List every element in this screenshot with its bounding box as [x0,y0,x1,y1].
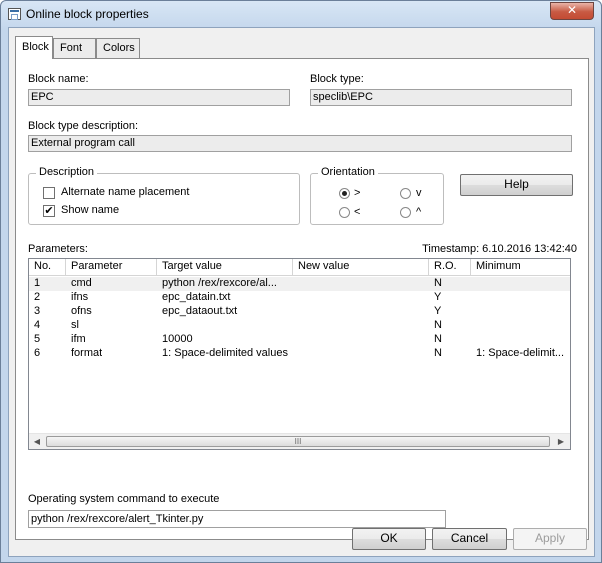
block-type-description-label: Block type description: [28,120,139,132]
alternate-name-placement-checkbox[interactable] [43,187,55,199]
description-group-title: Description [36,166,98,178]
show-name-checkbox[interactable]: ✔ [43,205,55,217]
orientation-left-label: < [354,206,361,218]
table-row[interactable]: 4 sl N [29,319,570,333]
window-app-icon [8,8,21,20]
orientation-radio-right[interactable] [339,188,350,199]
tab-font[interactable]: Font [53,38,96,58]
cell-target-value: python /rex/rexcore/al... [162,277,277,289]
cell-ro: Y [434,291,442,303]
cell-parameter: ifns [71,291,89,303]
orientation-up-label: ^ [416,206,422,218]
close-icon: ✕ [566,3,578,17]
column-header-target-value[interactable]: Target value [157,259,293,275]
scroll-grip-icon: III [294,437,302,446]
orientation-down-label: v [416,187,422,199]
orientation-radio-up[interactable] [400,207,411,218]
column-header-ro[interactable]: R.O. [429,259,471,275]
description-group: Description Alternate name placement ✔ S… [28,166,300,225]
cell-target-value: epc_datain.txt [162,291,231,303]
tab-block[interactable]: Block [15,36,53,59]
scroll-thumb[interactable]: III [46,436,550,447]
close-button[interactable]: ✕ [550,2,594,20]
cell-parameter: format [71,347,103,359]
block-name-field[interactable]: EPC [28,89,290,106]
os-command-label: Operating system command to execute [28,493,220,505]
orientation-right-label: > [354,187,361,199]
cell-no: 1 [34,277,41,289]
dialog-client-area: Block Font Colors Block name: EPC Block … [8,27,595,557]
parameters-table[interactable]: No. Parameter Target value New value R.O… [28,258,571,450]
scroll-left-icon[interactable]: ◀ [29,434,45,449]
parameters-table-header: No. Parameter Target value New value R.O… [29,259,570,276]
table-row[interactable]: 2 ifns epc_datain.txt Y [29,291,570,305]
table-row[interactable]: 1 cmd python /rex/rexcore/al... N [29,277,570,291]
cell-no: 6 [34,347,41,359]
tab-colors[interactable]: Colors [96,38,140,58]
cell-target-value: 1: Space-delimited values [162,347,288,359]
cell-parameter: cmd [71,277,92,289]
help-button[interactable]: Help [460,174,573,196]
table-row[interactable]: 5 ifm 10000 N [29,333,570,347]
cell-minimum: 1: Space-delimit... [476,347,565,359]
window-title: Online block properties [26,7,149,21]
timestamp-text: Timestamp: 6.10.2016 13:42:40 [422,243,577,255]
cell-ro: N [434,347,442,359]
cell-parameter: sl [71,319,79,331]
cell-no: 5 [34,333,41,345]
ok-button[interactable]: OK [352,528,426,550]
orientation-group: Orientation > v < ^ [310,166,444,225]
block-tab-panel: Block name: EPC Block type: speclib\EPC … [15,58,589,540]
orientation-group-title: Orientation [318,166,378,178]
alternate-name-placement-label: Alternate name placement [61,186,190,198]
column-header-minimum[interactable]: Minimum [471,259,570,275]
table-row[interactable]: 3 ofns epc_dataout.txt Y [29,305,570,319]
column-header-parameter[interactable]: Parameter [66,259,157,275]
cell-parameter: ifm [71,333,86,345]
block-type-description-field[interactable]: External program call [28,135,572,152]
cell-parameter: ofns [71,305,92,317]
cancel-button[interactable]: Cancel [432,528,507,550]
column-header-new-value[interactable]: New value [293,259,429,275]
cell-ro: Y [434,305,442,317]
cell-ro: N [434,277,442,289]
dialog-window: Online block properties ✕ Block Font Col… [0,0,602,563]
show-name-label: Show name [61,204,120,216]
cell-ro: N [434,333,442,345]
horizontal-scrollbar[interactable]: ◀ III ▶ [29,433,570,449]
parameters-label: Parameters: [28,243,88,255]
apply-button[interactable]: Apply [513,528,587,550]
os-command-input[interactable]: python /rex/rexcore/alert_Tkinter.py [28,510,446,528]
orientation-radio-down[interactable] [400,188,411,199]
cell-ro: N [434,319,442,331]
table-row[interactable]: 6 format 1: Space-delimited values N 1: … [29,347,570,361]
orientation-radio-left[interactable] [339,207,350,218]
cell-no: 2 [34,291,41,303]
block-type-label: Block type: [310,73,364,85]
block-name-label: Block name: [28,73,89,85]
scroll-right-icon[interactable]: ▶ [553,434,569,449]
block-type-field[interactable]: speclib\EPC [310,89,572,106]
cell-no: 4 [34,319,41,331]
title-bar[interactable]: Online block properties ✕ [1,1,601,27]
checkmark-icon: ✔ [44,205,54,217]
cell-no: 3 [34,305,41,317]
column-header-no[interactable]: No. [29,259,66,275]
cell-target-value: 10000 [162,333,193,345]
cell-target-value: epc_dataout.txt [162,305,238,317]
